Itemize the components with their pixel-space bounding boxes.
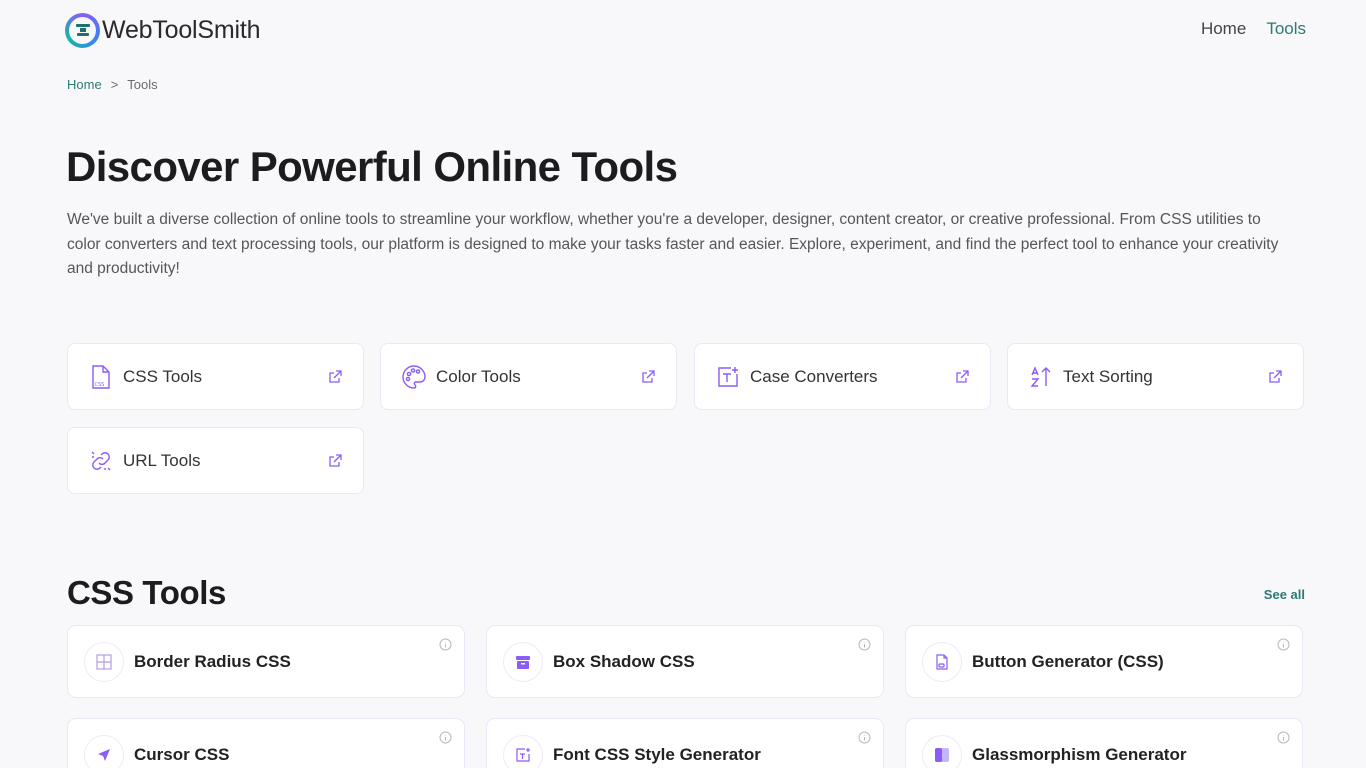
category-card-url-tools[interactable]: URL Tools bbox=[67, 427, 364, 494]
external-link-icon bbox=[954, 369, 970, 385]
breadcrumb: Home > Tools bbox=[67, 77, 158, 92]
info-icon[interactable] bbox=[1277, 638, 1290, 651]
file-button-icon bbox=[922, 641, 962, 682]
breadcrumb-home[interactable]: Home bbox=[67, 77, 102, 92]
tool-label: Box Shadow CSS bbox=[553, 651, 695, 671]
breadcrumb-current: Tools bbox=[127, 77, 158, 92]
category-card-case-converters[interactable]: Case Converters bbox=[694, 343, 991, 410]
css-file-icon: CSS bbox=[88, 364, 114, 390]
text-case-icon bbox=[715, 364, 741, 390]
category-label: CSS Tools bbox=[123, 366, 203, 386]
brand-name: WebToolSmith bbox=[102, 15, 261, 44]
category-label: Case Converters bbox=[750, 366, 878, 386]
link-icon bbox=[88, 448, 114, 474]
svg-text:CSS: CSS bbox=[95, 382, 105, 388]
tool-card-font-css[interactable]: Font CSS Style Generator bbox=[486, 718, 884, 768]
info-icon[interactable] bbox=[858, 638, 871, 651]
font-style-icon bbox=[503, 734, 543, 768]
archive-box-icon bbox=[503, 641, 543, 682]
tool-label: Border Radius CSS bbox=[134, 651, 291, 671]
info-icon[interactable] bbox=[439, 638, 452, 651]
tool-card-button-generator[interactable]: Button Generator (CSS) bbox=[905, 625, 1303, 698]
nav-home[interactable]: Home bbox=[1201, 19, 1246, 39]
tool-label: Glassmorphism Generator bbox=[972, 744, 1187, 764]
category-label: Color Tools bbox=[436, 366, 521, 386]
external-link-icon bbox=[1267, 369, 1283, 385]
sort-az-icon bbox=[1028, 364, 1054, 390]
cursor-arrow-icon bbox=[84, 734, 124, 768]
tool-card-cursor-css[interactable]: Cursor CSS bbox=[67, 718, 465, 768]
category-label: Text Sorting bbox=[1063, 366, 1153, 386]
section-title: CSS Tools bbox=[67, 574, 226, 611]
external-link-icon bbox=[327, 453, 343, 469]
tool-label: Cursor CSS bbox=[134, 744, 230, 764]
tool-card-glassmorphism[interactable]: Glassmorphism Generator bbox=[905, 718, 1303, 768]
tool-label: Button Generator (CSS) bbox=[972, 651, 1164, 671]
category-label: URL Tools bbox=[123, 450, 201, 470]
anvil-logo-icon bbox=[65, 12, 100, 48]
main-nav: Home Tools bbox=[1201, 19, 1306, 39]
tool-card-box-shadow[interactable]: Box Shadow CSS bbox=[486, 625, 884, 698]
page-title: Discover Powerful Online Tools bbox=[66, 143, 678, 190]
site-header: WebToolSmith Home Tools bbox=[0, 0, 1366, 60]
tool-label: Font CSS Style Generator bbox=[553, 744, 761, 764]
glass-panel-icon bbox=[922, 734, 962, 768]
external-link-icon bbox=[640, 369, 656, 385]
category-card-text-sorting[interactable]: Text Sorting bbox=[1007, 343, 1304, 410]
palette-icon bbox=[401, 364, 427, 390]
info-icon[interactable] bbox=[439, 731, 452, 744]
tool-card-border-radius[interactable]: Border Radius CSS bbox=[67, 625, 465, 698]
info-icon[interactable] bbox=[1277, 731, 1290, 744]
border-grid-icon bbox=[84, 641, 124, 682]
nav-tools[interactable]: Tools bbox=[1266, 19, 1306, 39]
page-description: We've built a diverse collection of onli… bbox=[67, 211, 1279, 277]
category-card-color-tools[interactable]: Color Tools bbox=[380, 343, 677, 410]
info-icon[interactable] bbox=[858, 731, 871, 744]
breadcrumb-separator: > bbox=[110, 77, 119, 92]
external-link-icon bbox=[327, 369, 343, 385]
see-all-link[interactable]: See all bbox=[1264, 587, 1305, 602]
brand-logo[interactable]: WebToolSmith bbox=[65, 12, 261, 48]
category-card-css-tools[interactable]: CSS CSS Tools bbox=[67, 343, 364, 410]
